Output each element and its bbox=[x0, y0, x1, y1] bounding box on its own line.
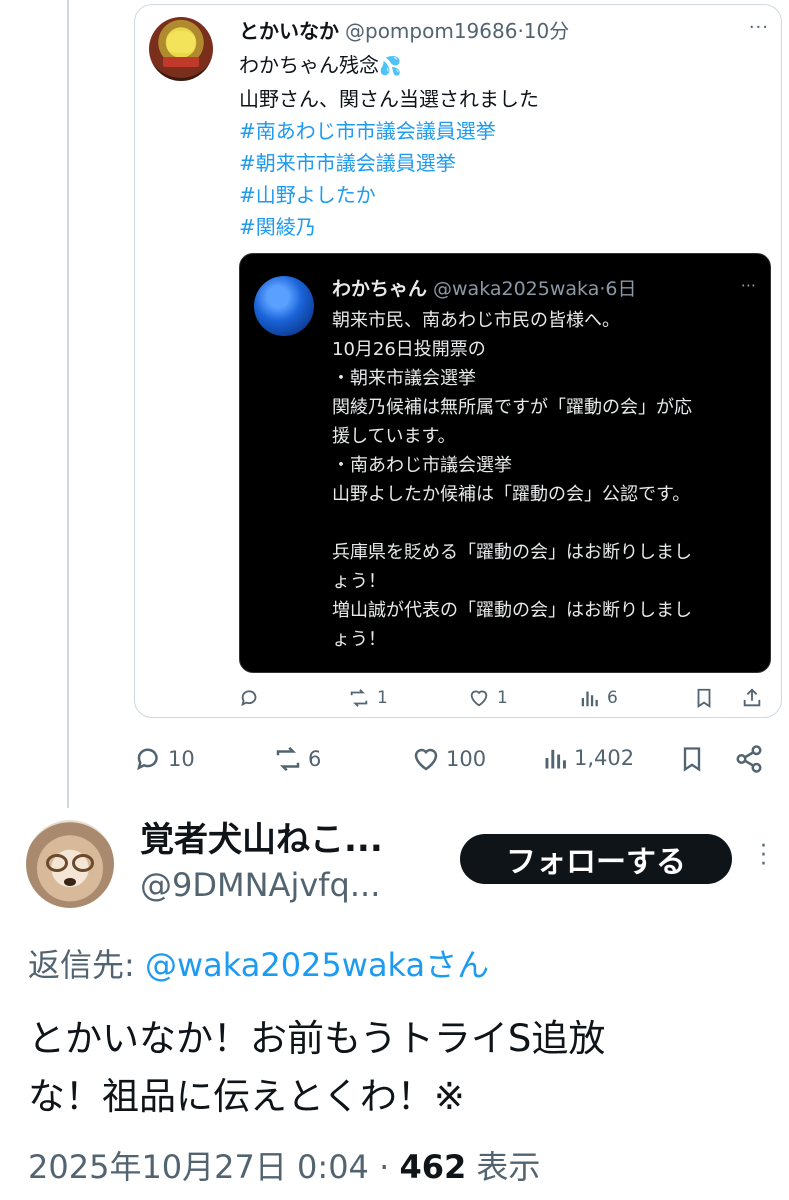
reply-button[interactable] bbox=[239, 687, 261, 709]
reply-to-mention[interactable]: @waka2025wakaさん bbox=[145, 946, 489, 984]
inner-tweet-body: 朝来市民、南あわじ市民の皆様へ。 10月26日投開票の ・朝来市議会選挙 関綾乃… bbox=[332, 306, 762, 654]
hashtag-link[interactable]: #山野よしたか bbox=[239, 179, 539, 211]
bookmark-icon bbox=[678, 744, 706, 774]
share-button[interactable] bbox=[734, 744, 764, 774]
reply-text-line: な！祖品に伝えとくわ！※ bbox=[28, 1075, 465, 1118]
inner-quoted-tweet[interactable]: わかちゃん @waka2025waka·6日 ··· 朝来市民、南あわじ市民の皆様… bbox=[239, 253, 771, 673]
inner-tweet-line: 10月26日投開票の bbox=[332, 339, 486, 360]
inner-tweet-line: 山野よしたか候補は「躍動の会」公認です。 bbox=[332, 484, 691, 505]
repost-button[interactable]: 1 bbox=[347, 687, 388, 709]
share-icon bbox=[741, 687, 763, 709]
tweet-views-label: 表示 bbox=[466, 1148, 541, 1186]
reply-author-handle[interactable]: @9DMNAjvfq... bbox=[140, 866, 380, 904]
sweat-emoji-icon: 💦 bbox=[379, 56, 402, 77]
like-icon bbox=[467, 687, 491, 709]
inner-tweet-line: 増山誠が代表の「躍動の会」はお断りしまし bbox=[332, 600, 692, 621]
inner-tweet-header: わかちゃん @waka2025waka·6日 bbox=[332, 274, 637, 301]
quoted-author-name[interactable]: とかいなか bbox=[239, 19, 339, 43]
inner-tweet-line: 援しています。 bbox=[332, 426, 456, 447]
inner-author-name[interactable]: わかちゃん bbox=[332, 278, 427, 300]
inner-tweet-line bbox=[332, 509, 762, 538]
share-icon bbox=[734, 744, 764, 774]
bookmark-button[interactable] bbox=[678, 744, 706, 774]
avatar-nose bbox=[64, 878, 76, 886]
hashtag-link[interactable]: #南あわじ市市議会議員選挙 bbox=[239, 115, 539, 147]
more-icon[interactable]: ··· bbox=[741, 276, 756, 295]
inner-tweet-line: ・南あわじ市議会選挙 bbox=[332, 455, 512, 476]
repost-count: 1 bbox=[377, 688, 388, 708]
quoted-tweet-header: とかいなか @pompom19686·10分 bbox=[239, 15, 569, 44]
avatar-glasses-left bbox=[46, 854, 68, 872]
views-count: 6 bbox=[607, 688, 618, 708]
bookmark-button[interactable] bbox=[693, 687, 715, 709]
repost-button[interactable]: 6 bbox=[272, 744, 321, 774]
quoted-tweet-actions: 1 1 6 bbox=[239, 681, 769, 715]
like-button[interactable]: 100 bbox=[410, 744, 486, 774]
inner-tweet-line: 兵庫県を貶める「躍動の会」はお断りしまし bbox=[332, 542, 692, 563]
reply-button[interactable]: 10 bbox=[134, 744, 195, 774]
quoted-author-handle[interactable]: @pompom19686 bbox=[345, 19, 517, 43]
hashtag-link[interactable]: #朝来市市議会議員選挙 bbox=[239, 147, 539, 179]
thread-connector-line bbox=[67, 0, 69, 808]
avatar-glasses-right bbox=[72, 854, 94, 872]
reply-text-line: とかいなか！お前もうトライS追放 bbox=[28, 1017, 606, 1060]
inner-tweet-line: 関綾乃候補は無所属ですが「躍動の会」が応 bbox=[332, 397, 692, 418]
tweet-actions: 10 6 100 1,402 bbox=[134, 738, 774, 782]
quoted-tweet-line1: わかちゃん残念 bbox=[239, 53, 379, 77]
reply-count: 10 bbox=[168, 747, 195, 771]
avatar-face bbox=[167, 31, 195, 53]
like-icon bbox=[410, 744, 442, 774]
inner-author-handle[interactable]: @waka2025waka bbox=[433, 278, 599, 300]
reply-author-name[interactable]: 覚者犬山ねこ... bbox=[140, 812, 383, 861]
bookmark-icon bbox=[693, 687, 715, 709]
quoted-tweet-line2: 山野さん、関さん当選されました bbox=[239, 87, 539, 111]
reply-author-avatar[interactable] bbox=[26, 820, 114, 908]
inner-tweet-time[interactable]: ·6日 bbox=[599, 278, 636, 300]
views-count: 1,402 bbox=[574, 746, 635, 770]
quoted-tweet-time[interactable]: ·10分 bbox=[517, 19, 569, 43]
repost-count: 6 bbox=[308, 747, 322, 771]
avatar-badge bbox=[163, 57, 199, 67]
more-icon[interactable]: ··· bbox=[760, 836, 767, 876]
tweet-views-count: 462 bbox=[399, 1148, 467, 1186]
inner-tweet-line: 朝来市民、南あわじ市民の皆様へ。 bbox=[332, 310, 620, 331]
inner-tweet-line: ょう！ bbox=[332, 629, 386, 650]
repost-icon bbox=[347, 687, 371, 709]
reply-to-label: 返信先: bbox=[28, 946, 135, 984]
reply-tweet-text: とかいなか！お前もうトライS追放 な！祖品に伝えとくわ！※ bbox=[28, 1010, 768, 1126]
inner-author-avatar[interactable] bbox=[254, 276, 314, 336]
tweet-metadata: 2025年10月27日 0:04 · 462 表示 bbox=[28, 1142, 540, 1188]
quoted-tweet-body: わかちゃん残念💦 山野さん、関さん当選されました #南あわじ市市議会議員選挙 #… bbox=[239, 49, 539, 243]
more-icon[interactable]: ··· bbox=[749, 17, 769, 38]
inner-tweet-line: ょう！ bbox=[332, 571, 386, 592]
hashtag-link[interactable]: #関綾乃 bbox=[239, 211, 539, 243]
tweet-timestamp[interactable]: 2025年10月27日 0:04 · bbox=[28, 1148, 399, 1186]
views-button[interactable]: 6 bbox=[579, 687, 618, 709]
views-button[interactable]: 1,402 bbox=[542, 744, 634, 772]
reply-icon bbox=[134, 744, 164, 774]
quoted-tweet-card[interactable]: とかいなか @pompom19686·10分 ··· わかちゃん残念💦 山野さん、… bbox=[134, 4, 782, 718]
quoted-author-avatar[interactable] bbox=[149, 17, 213, 81]
reply-icon bbox=[239, 687, 261, 709]
repost-icon bbox=[272, 744, 304, 774]
inner-tweet-line: ・朝来市議会選挙 bbox=[332, 368, 476, 389]
share-button[interactable] bbox=[741, 687, 763, 709]
reply-to-line: 返信先: @waka2025wakaさん bbox=[28, 940, 489, 986]
like-button[interactable]: 1 bbox=[467, 687, 508, 709]
like-count: 1 bbox=[497, 688, 508, 708]
like-count: 100 bbox=[446, 747, 487, 771]
follow-button[interactable]: フォローする bbox=[460, 834, 732, 884]
views-icon bbox=[579, 687, 601, 709]
views-icon bbox=[542, 744, 570, 772]
